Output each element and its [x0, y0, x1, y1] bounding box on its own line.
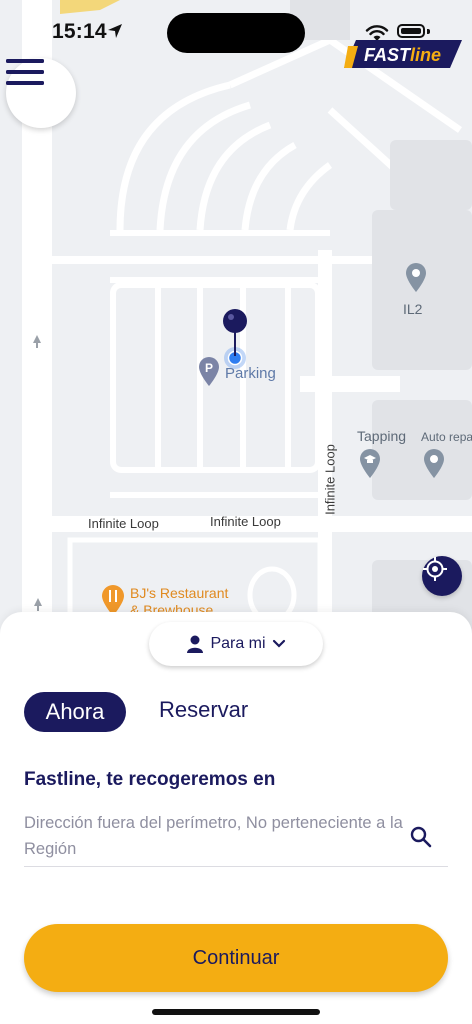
- dynamic-island: [167, 13, 305, 53]
- school-icon: [360, 449, 380, 478]
- continue-button[interactable]: Continuar: [24, 924, 448, 992]
- address-divider: [24, 866, 448, 867]
- poi-icon: [424, 449, 444, 478]
- rider-selector[interactable]: Para mi: [149, 622, 323, 666]
- street-label-vertical: Infinite Loop: [322, 444, 338, 515]
- street-label: Infinite Loop: [210, 514, 281, 529]
- status-time: 15:14: [52, 20, 107, 43]
- tab-ahora[interactable]: Ahora: [24, 692, 126, 732]
- menu-button[interactable]: [6, 58, 76, 128]
- street-label: Infinite Loop: [88, 516, 159, 531]
- poi-icon: [406, 263, 426, 292]
- status-bar: 15:14 FAST line: [0, 0, 472, 68]
- svg-text:P: P: [205, 361, 213, 375]
- restaurant-label-line1: BJ's Restaurant: [130, 585, 229, 601]
- parking-label: Parking: [225, 365, 276, 382]
- search-icon[interactable]: [410, 826, 432, 848]
- logo-text-line: line: [410, 45, 441, 65]
- parking-icon: P: [199, 357, 219, 386]
- tapping-label: Tapping: [357, 428, 407, 444]
- il2-label: IL2: [403, 301, 423, 317]
- home-indicator[interactable]: [152, 1009, 320, 1015]
- fastline-logo: FAST line: [344, 40, 462, 68]
- location-arrow-icon: [108, 24, 122, 38]
- pin-icon: [223, 309, 247, 369]
- chevron-down-icon: [272, 639, 285, 648]
- locate-button[interactable]: [422, 556, 462, 596]
- auto-repair-label: Auto repa: [421, 430, 472, 444]
- person-icon: [187, 635, 204, 653]
- locate-icon: [423, 557, 447, 581]
- rider-selector-label: Para mi: [210, 635, 266, 652]
- map-view[interactable]: P Parking IL2 Tapping Auto repa Infinite…: [0, 0, 472, 640]
- battery-tip: [427, 29, 430, 34]
- logo-text-fast: FAST: [364, 45, 412, 65]
- pickup-heading: Fastline, te recogeremos en: [24, 769, 276, 790]
- tab-reservar[interactable]: Reservar: [159, 697, 248, 723]
- battery-icon: [397, 24, 425, 38]
- pickup-address-field[interactable]: Dirección fuera del perímetro, No perten…: [24, 810, 404, 862]
